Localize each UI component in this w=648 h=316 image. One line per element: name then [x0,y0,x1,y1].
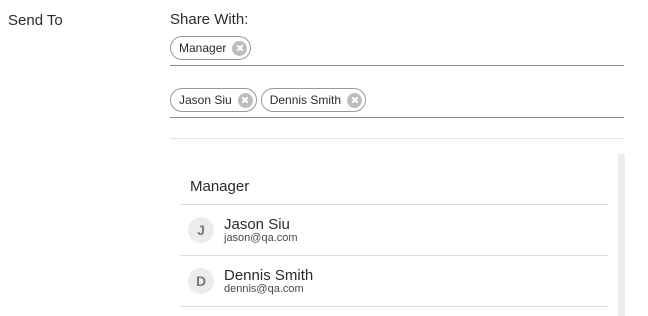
person-email: jason@qa.com [224,231,298,244]
send-to-label: Send To [8,12,63,29]
person-name: Dennis Smith [224,266,314,284]
chip-label: Dennis Smith [269,93,342,107]
people-chip-field[interactable]: Jason Siu Dennis Smith [170,88,624,118]
dropdown-scrollbar[interactable] [618,154,625,316]
close-icon[interactable] [232,40,248,56]
close-icon[interactable] [347,92,363,108]
chip-manager[interactable]: Manager [170,36,252,60]
close-icon[interactable] [237,92,253,108]
share-with-label: Share With: [170,11,249,28]
person-email: dennis@qa.com [224,282,304,295]
dropdown-group-manager[interactable]: Manager [180,165,608,205]
chip-label: Jason Siu [179,93,232,107]
person-option-jason-siu[interactable]: J Jason Siu jason@qa.com [180,205,608,256]
avatar: J [188,217,214,243]
person-info: Jason Siu jason@qa.com [224,217,298,244]
person-name: Jason Siu [224,215,290,233]
suggestion-dropdown: Manager J Jason Siu jason@qa.com D Denni… [180,165,608,307]
person-info: Dennis Smith dennis@qa.com [224,268,313,295]
person-option-dennis-smith[interactable]: D Dennis Smith dennis@qa.com [180,256,608,307]
chip-dennis-smith[interactable]: Dennis Smith [260,88,367,112]
chip-label: Manager [179,41,227,55]
divider [170,138,624,139]
avatar: D [188,268,214,294]
groups-chip-field[interactable]: Manager [170,36,624,66]
chip-jason-siu[interactable]: Jason Siu [170,88,257,112]
